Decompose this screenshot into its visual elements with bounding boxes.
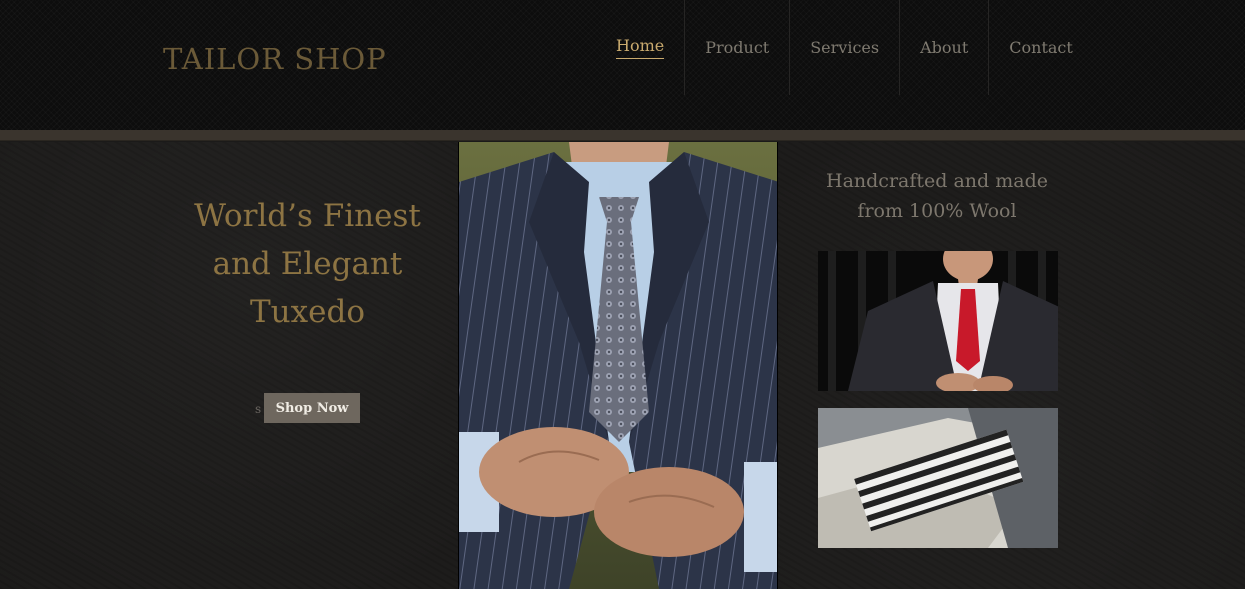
site-logo[interactable]: TAILOR SHOP (163, 42, 387, 76)
stray-text: s (255, 402, 262, 416)
tagline: Handcrafted and made from 100% Wool (826, 170, 1048, 222)
header-divider-band (0, 130, 1245, 141)
hero-title: World’s Finest and Elegant Tuxedo (194, 198, 421, 330)
nav-product[interactable]: Product (684, 0, 789, 95)
hero-suit-photo (458, 142, 778, 589)
tie-thumbnail[interactable] (818, 408, 1058, 548)
suit-thumbnail[interactable] (818, 251, 1058, 391)
nav-about[interactable]: About (899, 0, 988, 95)
nav-home[interactable]: Home (596, 0, 684, 95)
main-nav: Home Product Services About Contact (596, 0, 1093, 95)
shop-now-button[interactable]: Shop Now (264, 393, 360, 423)
nav-services[interactable]: Services (789, 0, 899, 95)
nav-contact[interactable]: Contact (988, 0, 1093, 95)
